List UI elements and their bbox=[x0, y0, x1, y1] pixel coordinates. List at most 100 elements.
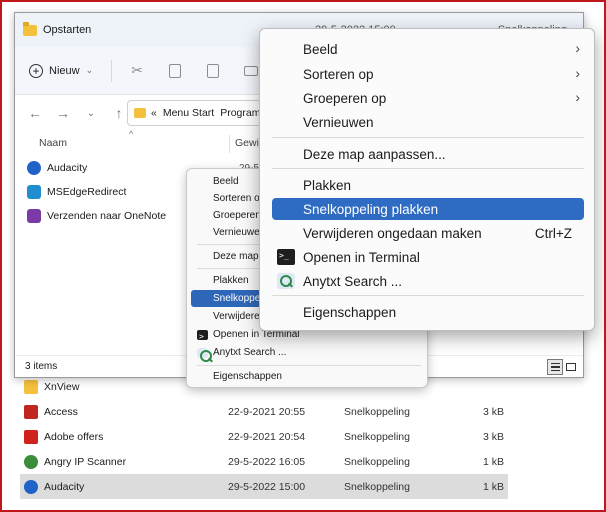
column-date[interactable]: Gewij bbox=[235, 137, 261, 149]
menu-item-label: Verwijderen ongedaan maken bbox=[303, 225, 482, 241]
angry-ip-scanner-icon bbox=[24, 454, 38, 469]
file-size: 3 kB bbox=[482, 405, 504, 418]
copy-icon[interactable] bbox=[160, 58, 190, 84]
file-type: Snelkoppeling bbox=[344, 455, 410, 468]
menu-item-terminal[interactable]: Openen in Terminal bbox=[272, 246, 584, 268]
chevron-right-icon: › bbox=[575, 65, 580, 81]
folder-icon bbox=[134, 108, 146, 118]
menu-divider bbox=[197, 365, 421, 366]
file-size: 1 kB bbox=[482, 480, 504, 493]
file-name: Adobe offers bbox=[44, 430, 104, 443]
search-icon bbox=[277, 273, 295, 289]
access-icon bbox=[24, 404, 38, 419]
menu-item-anytxt[interactable]: Anytxt Search ... bbox=[272, 270, 584, 292]
file-name: Audacity bbox=[47, 162, 88, 174]
details-view-button[interactable] bbox=[547, 359, 563, 375]
menu-item-label: Sorteren op bbox=[303, 66, 374, 82]
audacity-icon bbox=[24, 479, 38, 494]
column-name[interactable]: Naam bbox=[39, 137, 67, 149]
details-view-icon bbox=[550, 363, 560, 371]
menu-item-label: Eigenschappen bbox=[213, 371, 282, 382]
menu-divider bbox=[272, 168, 584, 169]
file-size: 1 kB bbox=[482, 455, 504, 468]
menu-item-label: Vernieuwen bbox=[213, 227, 266, 238]
menu-item-label: Eigenschappen bbox=[303, 304, 397, 320]
background-file-list: XnView Access 22-9-2021 20:55 Snelkoppel… bbox=[14, 374, 514, 502]
menu-item-plakken[interactable]: Plakken bbox=[272, 174, 584, 196]
column-divider[interactable] bbox=[229, 135, 230, 153]
breadcrumb-menu-start[interactable]: Menu Start bbox=[163, 107, 214, 119]
menu-item-label: Vernieuwen bbox=[303, 114, 374, 130]
file-size: 3 kB bbox=[482, 430, 504, 443]
context-menu: Beeld › Sorteren op › Groeperen op › Ver… bbox=[259, 28, 595, 331]
menu-divider bbox=[272, 295, 584, 296]
file-type: Snelkoppeling bbox=[344, 405, 410, 418]
menu-item-label: Snelkoppeling plakken bbox=[303, 201, 439, 217]
item-count: 3 items bbox=[25, 361, 58, 372]
file-name: Audacity bbox=[44, 480, 85, 493]
sort-up-icon: ^ bbox=[129, 129, 134, 139]
toolbar-divider bbox=[111, 59, 113, 82]
file-date: 22-9-2021 20:54 bbox=[228, 430, 306, 443]
cut-icon[interactable]: ✂ bbox=[122, 58, 152, 84]
list-item[interactable]: Adobe offers 22-9-2021 20:54 Snelkoppeli… bbox=[20, 424, 508, 449]
list-item-selected[interactable]: Audacity 29-5-2022 15:00 Snelkoppeling 1… bbox=[20, 474, 508, 499]
terminal-icon bbox=[197, 329, 209, 341]
window-title: Opstarten bbox=[43, 24, 92, 36]
menu-item-groeperen[interactable]: Groeperen op › bbox=[272, 87, 584, 109]
menu-item-label: Beeld bbox=[303, 41, 338, 57]
file-name: MSEdgeRedirect bbox=[47, 186, 127, 198]
onenote-icon bbox=[27, 209, 41, 223]
shortcut-text: Ctrl+Z bbox=[534, 225, 572, 241]
file-name: Access bbox=[44, 405, 78, 418]
menu-item-eigenschappen[interactable]: Eigenschappen bbox=[272, 301, 584, 323]
address-bar[interactable]: « Menu Start Program bbox=[127, 100, 267, 126]
new-button[interactable]: + Nieuw ⌄ bbox=[25, 58, 101, 84]
menu-item-label: Deze map aanpassen... bbox=[303, 146, 446, 162]
chevron-down-icon: ⌄ bbox=[85, 65, 94, 75]
menu-item-beeld[interactable]: Beeld › bbox=[272, 38, 584, 60]
file-name: Angry IP Scanner bbox=[44, 455, 127, 468]
new-label: Nieuw bbox=[49, 64, 80, 77]
tiles-view-icon bbox=[566, 363, 576, 371]
menu-item-sorteren[interactable]: Sorteren op › bbox=[272, 63, 584, 85]
menu-item-label: Plakken bbox=[303, 177, 352, 193]
file-type: Snelkoppeling bbox=[344, 480, 410, 493]
menu-item-label: Beeld bbox=[213, 176, 239, 187]
plus-icon: + bbox=[29, 63, 43, 78]
menu-item-label: Openen in Terminal bbox=[303, 249, 420, 265]
forward-arrow-icon[interactable]: → bbox=[51, 105, 75, 121]
file-date: 29-5-2022 15:00 bbox=[228, 480, 306, 493]
menu-item-snelkoppeling-plakken[interactable]: Snelkoppeling plakken bbox=[272, 198, 584, 220]
adobe-icon bbox=[24, 429, 38, 444]
menu-item-verwijderen[interactable]: Verwijderen ongedaan maken Ctrl+Z bbox=[272, 222, 584, 244]
file-date: 22-9-2021 20:55 bbox=[228, 405, 306, 418]
terminal-icon bbox=[277, 249, 295, 265]
menu-item-eigenschappen[interactable]: Eigenschappen bbox=[191, 368, 425, 385]
menu-item-label: Anytxt Search ... bbox=[213, 347, 287, 358]
breadcrumb-programs[interactable]: Program bbox=[220, 107, 260, 119]
paste-icon[interactable] bbox=[198, 58, 228, 84]
list-item[interactable]: Angry IP Scanner 29-5-2022 16:05 Snelkop… bbox=[20, 449, 508, 474]
audacity-icon bbox=[27, 161, 41, 175]
tiles-view-button[interactable] bbox=[563, 359, 579, 375]
menu-item-label: Plakken bbox=[213, 275, 249, 286]
menu-item-vernieuwen[interactable]: Vernieuwen bbox=[272, 111, 584, 133]
list-item[interactable]: Access 22-9-2021 20:55 Snelkoppeling 3 k… bbox=[20, 399, 508, 424]
breadcrumb-overflow[interactable]: « bbox=[151, 107, 157, 119]
file-type: Snelkoppeling bbox=[344, 430, 410, 443]
search-icon bbox=[197, 347, 212, 362]
menu-item-label: Groeperen op bbox=[303, 90, 387, 106]
file-name: Verzenden naar OneNote bbox=[47, 210, 167, 222]
menu-item-label: Anytxt Search ... bbox=[303, 273, 403, 289]
menu-item-label: Sorteren op bbox=[213, 193, 266, 204]
msedge-redirect-icon bbox=[27, 185, 41, 199]
chevron-down-icon[interactable]: ⌄ bbox=[79, 108, 103, 119]
menu-divider bbox=[272, 137, 584, 138]
menu-item-anytxt[interactable]: Anytxt Search ... bbox=[191, 344, 425, 362]
chevron-right-icon: › bbox=[575, 40, 580, 56]
back-arrow-icon[interactable]: ← bbox=[23, 105, 47, 121]
file-date: 29-5-2022 16:05 bbox=[228, 455, 306, 468]
chevron-right-icon: › bbox=[575, 89, 580, 105]
menu-item-deze-map[interactable]: Deze map aanpassen... bbox=[272, 143, 584, 165]
